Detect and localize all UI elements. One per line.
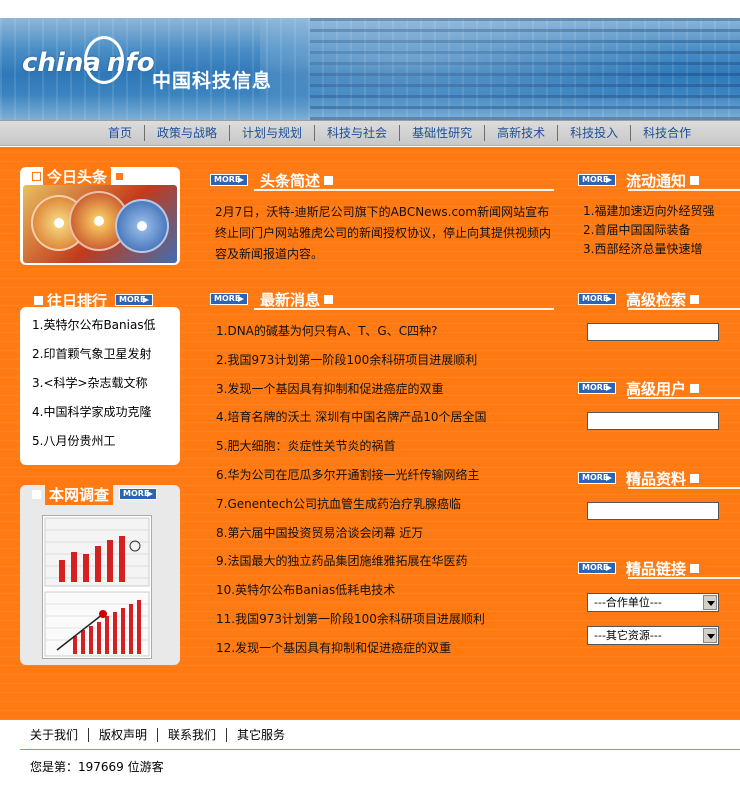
chevron-down-icon[interactable] xyxy=(703,595,717,610)
nav-planning[interactable]: 计划与规划 xyxy=(229,125,314,141)
other-resource-select-value: ---其它资源--- xyxy=(594,629,662,642)
bullet-icon xyxy=(32,171,41,181)
notice-item[interactable]: 1.福建加速迈向外经贸强 xyxy=(583,202,740,221)
survey-title: 本网调查 xyxy=(45,483,114,505)
other-resource-select[interactable]: ---其它资源--- xyxy=(587,626,719,645)
latest-news-title: 最新消息 xyxy=(260,290,321,309)
news-item[interactable]: 10.英特尔公布Banias低耗电技术 xyxy=(216,576,561,605)
news-item[interactable]: 11.我国973计划第一阶段100余科研项目进展顺利 xyxy=(216,605,561,634)
nav-policy[interactable]: 政策与战略 xyxy=(144,125,229,141)
visitor-counter: 您是第：197669 位游客 xyxy=(30,760,164,774)
partner-select[interactable]: ---合作单位--- xyxy=(587,593,719,612)
plus-icon xyxy=(690,473,700,483)
survey-panel: 本网调查 MORE xyxy=(20,483,180,665)
footer-link-contact[interactable]: 联系我们 xyxy=(157,728,226,742)
latest-news-list: 1.DNA的碱基为何只有A、T、G、C四种? 2.我国973计划第一阶段100余… xyxy=(216,317,561,663)
notice-item[interactable]: 2.首届中国国际装备 xyxy=(583,221,740,240)
news-item[interactable]: 6.华为公司在厄瓜多尔开通割接一光纤传输网络主 xyxy=(216,461,561,490)
footer-link-about[interactable]: 关于我们 xyxy=(30,728,88,742)
survey-chart-image[interactable] xyxy=(42,515,152,659)
news-item[interactable]: 5.肥大细胞：炎症性关节炎的祸首 xyxy=(216,432,561,461)
plus-icon xyxy=(690,383,700,393)
site-footer: 关于我们 版权声明 联系我们 其它服务 您是第：197669 位游客 xyxy=(0,720,740,800)
rank-more-button[interactable]: MORE xyxy=(115,294,154,306)
advanced-search-title: 高级检索 xyxy=(626,290,687,309)
bullet-icon xyxy=(32,489,41,499)
news-item[interactable]: 7.Genentech公司抗血管生成药治疗乳腺癌临 xyxy=(216,490,561,519)
survey-graphic xyxy=(44,517,150,657)
today-headline-panel: 今日头条 xyxy=(20,165,180,265)
footer-link-services[interactable]: 其它服务 xyxy=(226,728,295,742)
rank-item[interactable]: 4.中国科学家成功克隆 xyxy=(20,398,180,427)
logo-ring-icon xyxy=(84,36,124,84)
rank-item[interactable]: 5.八月份贵州工 xyxy=(20,427,180,456)
nav-home[interactable]: 首页 xyxy=(96,125,144,141)
news-more-button[interactable]: MORE xyxy=(210,293,248,305)
today-headline-image[interactable] xyxy=(23,185,177,263)
news-item[interactable]: 8.第六届中国投资贸易洽谈会闭幕 近万 xyxy=(216,519,561,548)
news-item[interactable]: 2.我国973计划第一阶段100余科研项目进展顺利 xyxy=(216,346,561,375)
news-item[interactable]: 12.发现一个基因具有抑制和促进癌症的双重 xyxy=(216,634,561,663)
nav-cooperation[interactable]: 科技合作 xyxy=(630,125,703,141)
search-more-button[interactable]: MORE xyxy=(578,293,616,305)
news-item[interactable]: 1.DNA的碱基为何只有A、T、G、C四种? xyxy=(216,317,561,346)
nav-society[interactable]: 科技与社会 xyxy=(314,125,399,141)
rank-item[interactable]: 3.<科学>杂志载文称 xyxy=(20,369,180,398)
survey-more-button[interactable]: MORE xyxy=(119,488,158,500)
user-more-button[interactable]: MORE xyxy=(578,382,616,394)
nav-high-tech[interactable]: 高新技术 xyxy=(484,125,557,141)
square-icon xyxy=(324,294,334,304)
main-content: 今日头条 往日排行 MORE 1.英特尔公布Banias低 2.印首颗气象卫星发… xyxy=(0,147,740,720)
advanced-user-title: 高级用户 xyxy=(626,379,687,398)
premium-links-title: 精品链接 xyxy=(626,559,687,578)
notice-item[interactable]: 3.西部经济总量快速增 xyxy=(583,240,740,259)
advanced-search-input[interactable] xyxy=(587,323,719,341)
notice-list: 1.福建加速迈向外经贸强 2.首届中国国际装备 3.西部经济总量快速增 xyxy=(583,202,740,259)
nav-investment[interactable]: 科技投入 xyxy=(557,125,630,141)
rank-item[interactable]: 1.英特尔公布Banias低 xyxy=(20,311,180,340)
site-logo[interactable]: china nfo 中国科技信息 xyxy=(22,36,271,92)
chevron-down-icon[interactable] xyxy=(703,628,717,643)
advanced-user-input[interactable] xyxy=(587,412,719,430)
main-nav: 首页 政策与战略 计划与规划 科技与社会 基础性研究 高新技术 科技投入 科技合… xyxy=(0,120,740,146)
links-more-button[interactable]: MORE xyxy=(578,562,616,574)
partner-select-value: ---合作单位--- xyxy=(594,596,662,609)
resource-more-button[interactable]: MORE xyxy=(578,472,616,484)
news-item[interactable]: 3.发现一个基因具有抑制和促进癌症的双重 xyxy=(216,375,561,404)
premium-resource-input[interactable] xyxy=(587,502,719,520)
footer-divider xyxy=(20,749,740,750)
news-item[interactable]: 9.法国最大的独立药品集团施维雅拓展在华医药 xyxy=(216,547,561,576)
notice-title: 流动通知 xyxy=(626,171,687,190)
today-headline-title: 今日头条 xyxy=(43,165,112,187)
premium-resource-title: 精品资料 xyxy=(626,469,687,488)
bullet-icon xyxy=(34,295,43,305)
square-icon xyxy=(690,175,700,185)
notice-more-button[interactable]: MORE xyxy=(578,174,616,186)
square-icon xyxy=(690,563,700,573)
nav-basic-research[interactable]: 基础性研究 xyxy=(399,125,484,141)
square-icon xyxy=(324,175,334,185)
news-item[interactable]: 4.培育名牌的沃土 深圳有中国名牌产品10个居全国 xyxy=(216,403,561,432)
rank-item[interactable]: 2.印首颗气象卫星发射 xyxy=(20,340,180,369)
headline-brief-title: 头条简述 xyxy=(260,171,321,190)
logo-chinese-name: 中国科技信息 xyxy=(152,70,273,92)
headline-brief-text: 2月7日，沃特-迪斯尼公司旗下的ABCNews.com新闻网站宣布终止同门户网站… xyxy=(215,205,552,261)
rank-panel: 1.英特尔公布Banias低 2.印首颗气象卫星发射 3.<科学>杂志载文称 4… xyxy=(20,307,180,465)
footer-links: 关于我们 版权声明 联系我们 其它服务 xyxy=(30,728,295,742)
square-icon xyxy=(115,171,125,181)
site-header: china nfo 中国科技信息 xyxy=(0,0,740,122)
header-banner: china nfo 中国科技信息 xyxy=(0,18,740,120)
square-icon xyxy=(690,294,700,304)
footer-link-copyright[interactable]: 版权声明 xyxy=(88,728,157,742)
headline-more-button[interactable]: MORE xyxy=(210,174,248,186)
